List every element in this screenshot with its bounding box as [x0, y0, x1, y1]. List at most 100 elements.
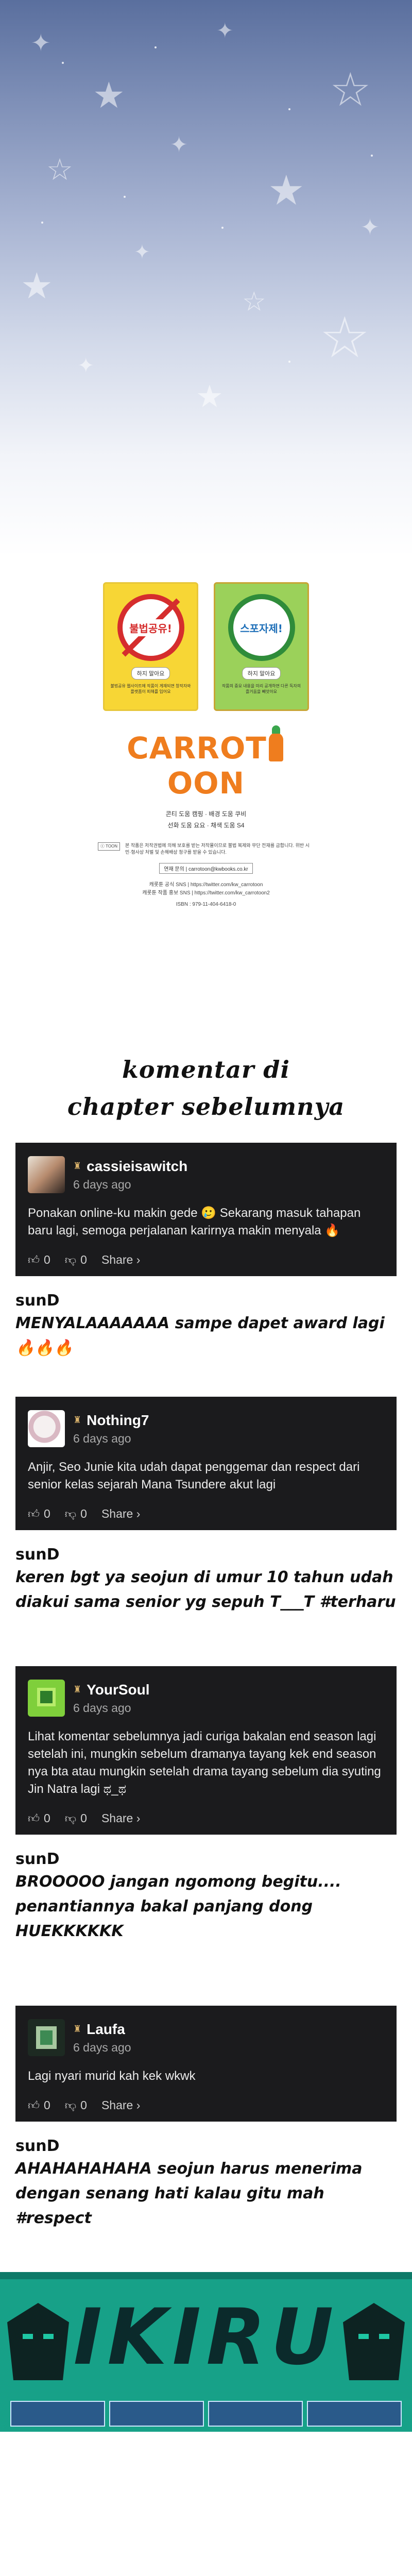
- starry-sky-panel: ✦ ★ ✦ ☆ ☆ ✦ ★ ✦ ★ ✦ ☆ ☆ ✦ ★: [0, 0, 412, 556]
- credit-block: 불법공유! 하지 말아요 불법공유 웹사이트에 작품이 게재되면 창작자와 플랫…: [98, 582, 314, 907]
- comments-section: komentar di chapter sebelumnya ♜ cassieis…: [0, 1041, 412, 2432]
- sparkle-dot: [124, 196, 126, 198]
- sparkle-dot: [154, 46, 157, 48]
- credit-line: 선화 도움 요요 · 채색 도움 S4: [167, 821, 245, 829]
- avatar[interactable]: [28, 2019, 65, 2056]
- share-button[interactable]: Share ›: [101, 2098, 140, 2112]
- like-button[interactable]: 👍︎ 0: [28, 1811, 50, 1825]
- sparkle-dot: [41, 222, 43, 224]
- no-spoiler-pill: 하지 말아요: [242, 667, 281, 680]
- comment-card: ♜ YourSoul 6 days ago Lihat komentar sebe…: [15, 1666, 397, 1835]
- star-icon: ☆: [330, 63, 371, 117]
- legal-notice: ⓒ TOON 본 작품은 저작권법에 의해 보호를 받는 저작물이므로 불법 복…: [98, 842, 314, 856]
- star-icon: ☆: [319, 304, 370, 370]
- avatar[interactable]: [28, 1410, 65, 1447]
- publisher-credits: 불법공유! 하지 말아요 불법공유 웹사이트에 작품이 게재되면 창작자와 플랫…: [0, 556, 412, 1041]
- comment-text: Lihat komentar sebelumnya jadi curiga ba…: [28, 1730, 381, 1796]
- share-button[interactable]: Share ›: [101, 1811, 140, 1825]
- comment-actions: 👍︎ 0 👎︎ 0 Share ›: [28, 1507, 384, 1521]
- dislike-button[interactable]: 👎︎ 0: [65, 1811, 87, 1825]
- prohibited-icon: 불법공유!: [117, 594, 184, 661]
- star-icon: ✦: [360, 214, 380, 241]
- like-button[interactable]: 👍︎ 0: [28, 2098, 50, 2112]
- star-icon: ☆: [46, 152, 73, 187]
- no-piracy-title: 불법공유!: [127, 619, 174, 636]
- thumbs-up-icon: 👍︎: [28, 2099, 40, 2112]
- rank-badge-icon: ♜: [73, 1684, 82, 1694]
- thumbnail[interactable]: [10, 2401, 105, 2427]
- sns-link[interactable]: 캐롯툰 작품 홍보 SNS | https://twitter.com/kw_c…: [98, 889, 314, 897]
- sparkle-dot: [62, 62, 64, 64]
- staff-credits: 콘티 도움 캠핑 · 배경 도움 쿠비 선화 도움 요요 · 채색 도움 S4: [98, 809, 314, 831]
- avatar[interactable]: [28, 1156, 65, 1193]
- reply-text: AHAHAHAHAHA seojun harus menerima dengan…: [15, 2160, 363, 2227]
- thumbnail[interactable]: [208, 2401, 303, 2427]
- no-spoiler-title: 스포자제!: [238, 619, 285, 636]
- star-icon: ★: [93, 74, 125, 116]
- commenter-name[interactable]: ♜ Nothing7: [73, 1412, 149, 1429]
- comment-text: Anjir, Seo Junie kita udah dapat penggem…: [28, 1460, 360, 1492]
- warning-signs-row: 불법공유! 하지 말아요 불법공유 웹사이트에 작품이 게재되면 창작자와 플랫…: [98, 582, 314, 711]
- comment-time: 6 days ago: [73, 1177, 131, 1191]
- thumbs-down-icon: 👎︎: [64, 1812, 77, 1825]
- sns-link[interactable]: 캐롯툰 공식 SNS | https://twitter.com/kw_carr…: [98, 881, 314, 889]
- star-icon: ★: [21, 265, 53, 307]
- star-icon: ✦: [134, 241, 150, 263]
- sparkle-dot: [288, 108, 290, 110]
- comment-header: ♜ Nothing7 6 days ago: [28, 1410, 384, 1447]
- reply-text: BROOOOO jangan ngomong begitu.... penant…: [15, 1873, 341, 1940]
- banner-band: [0, 2272, 412, 2279]
- star-icon: ✦: [31, 29, 51, 57]
- sns-links: 캐롯툰 공식 SNS | https://twitter.com/kw_carr…: [98, 881, 314, 897]
- spoiler-icon: 스포자제!: [228, 594, 295, 661]
- thumbnail[interactable]: [307, 2401, 402, 2427]
- comment-meta: ♜ Nothing7 6 days ago: [73, 1412, 149, 1446]
- thumbs-up-icon: 👍︎: [28, 1508, 40, 1521]
- comment-time: 6 days ago: [73, 2040, 131, 2054]
- thumbs-up-icon: 👍︎: [28, 1254, 40, 1267]
- thumbs-down-icon: 👎︎: [64, 1508, 77, 1521]
- sparkle-dot: [371, 155, 373, 157]
- star-icon: ★: [196, 379, 224, 415]
- comment-time: 6 days ago: [73, 1701, 131, 1715]
- rank-badge-icon: ♜: [73, 1161, 82, 1171]
- star-icon: ☆: [242, 286, 266, 317]
- commenter-name[interactable]: ♜ YourSoul: [73, 1682, 150, 1698]
- comment-header: ♜ cassieisawitch 6 days ago: [28, 1156, 384, 1193]
- thumbnail[interactable]: [109, 2401, 204, 2427]
- dislike-button[interactable]: 👎︎ 0: [65, 1507, 87, 1521]
- comment-meta: ♜ YourSoul 6 days ago: [73, 1682, 150, 1715]
- reply: sunD BROOOOO jangan ngomong begitu.... p…: [15, 1835, 397, 1944]
- commenter-name[interactable]: ♜ cassieisawitch: [73, 1158, 187, 1175]
- reply: sunD AHAHAHAHAHA seojun harus menerima d…: [15, 2122, 397, 2231]
- banner-title: IKIRU: [73, 2293, 339, 2382]
- no-piracy-sign: 불법공유! 하지 말아요 불법공유 웹사이트에 작품이 게재되면 창작자와 플랫…: [103, 582, 198, 711]
- like-button[interactable]: 👍︎ 0: [28, 1507, 50, 1521]
- star-icon: ★: [268, 166, 305, 214]
- like-button[interactable]: 👍︎ 0: [28, 1253, 50, 1267]
- reply-author: sunD: [15, 2137, 60, 2155]
- credit-line: 콘티 도움 캠핑 · 배경 도움 쿠비: [165, 810, 247, 818]
- avatar[interactable]: [28, 1680, 65, 1717]
- comment-text: Ponakan online-ku makin gede 🥲 Sekarang …: [28, 1206, 361, 1238]
- commenter-name[interactable]: ♜ Laufa: [73, 2021, 131, 2038]
- share-button[interactable]: Share ›: [101, 1507, 140, 1521]
- comment-header: ♜ YourSoul 6 days ago: [28, 1680, 384, 1717]
- comment-actions: 👍︎ 0 👎︎ 0 Share ›: [28, 1811, 384, 1825]
- star-icon: ✦: [170, 132, 188, 157]
- dislike-button[interactable]: 👎︎ 0: [65, 1253, 87, 1267]
- comment-actions: 👍︎ 0 👎︎ 0 Share ›: [28, 2098, 384, 2112]
- comment-card: ♜ cassieisawitch 6 days ago Ponakan onlin…: [15, 1143, 397, 1276]
- copyright-tag: ⓒ TOON: [98, 842, 121, 851]
- site-banner[interactable]: IKIRU: [0, 2272, 412, 2432]
- comment-meta: ♜ Laufa 6 days ago: [73, 2021, 131, 2055]
- thumbs-down-icon: 👎︎: [64, 2099, 77, 2112]
- legal-text: 본 작품은 저작권법에 의해 보호를 받는 저작물이므로 불법 복제와 무단 전…: [125, 843, 310, 855]
- comment-meta: ♜ cassieisawitch 6 days ago: [73, 1158, 187, 1192]
- sparkle-dot: [288, 361, 290, 363]
- share-button[interactable]: Share ›: [101, 1253, 140, 1267]
- dislike-button[interactable]: 👎︎ 0: [65, 2098, 87, 2112]
- banner-thumbnails: [10, 2401, 402, 2427]
- sparkle-dot: [221, 227, 224, 229]
- reply-author: sunD: [15, 1292, 60, 1310]
